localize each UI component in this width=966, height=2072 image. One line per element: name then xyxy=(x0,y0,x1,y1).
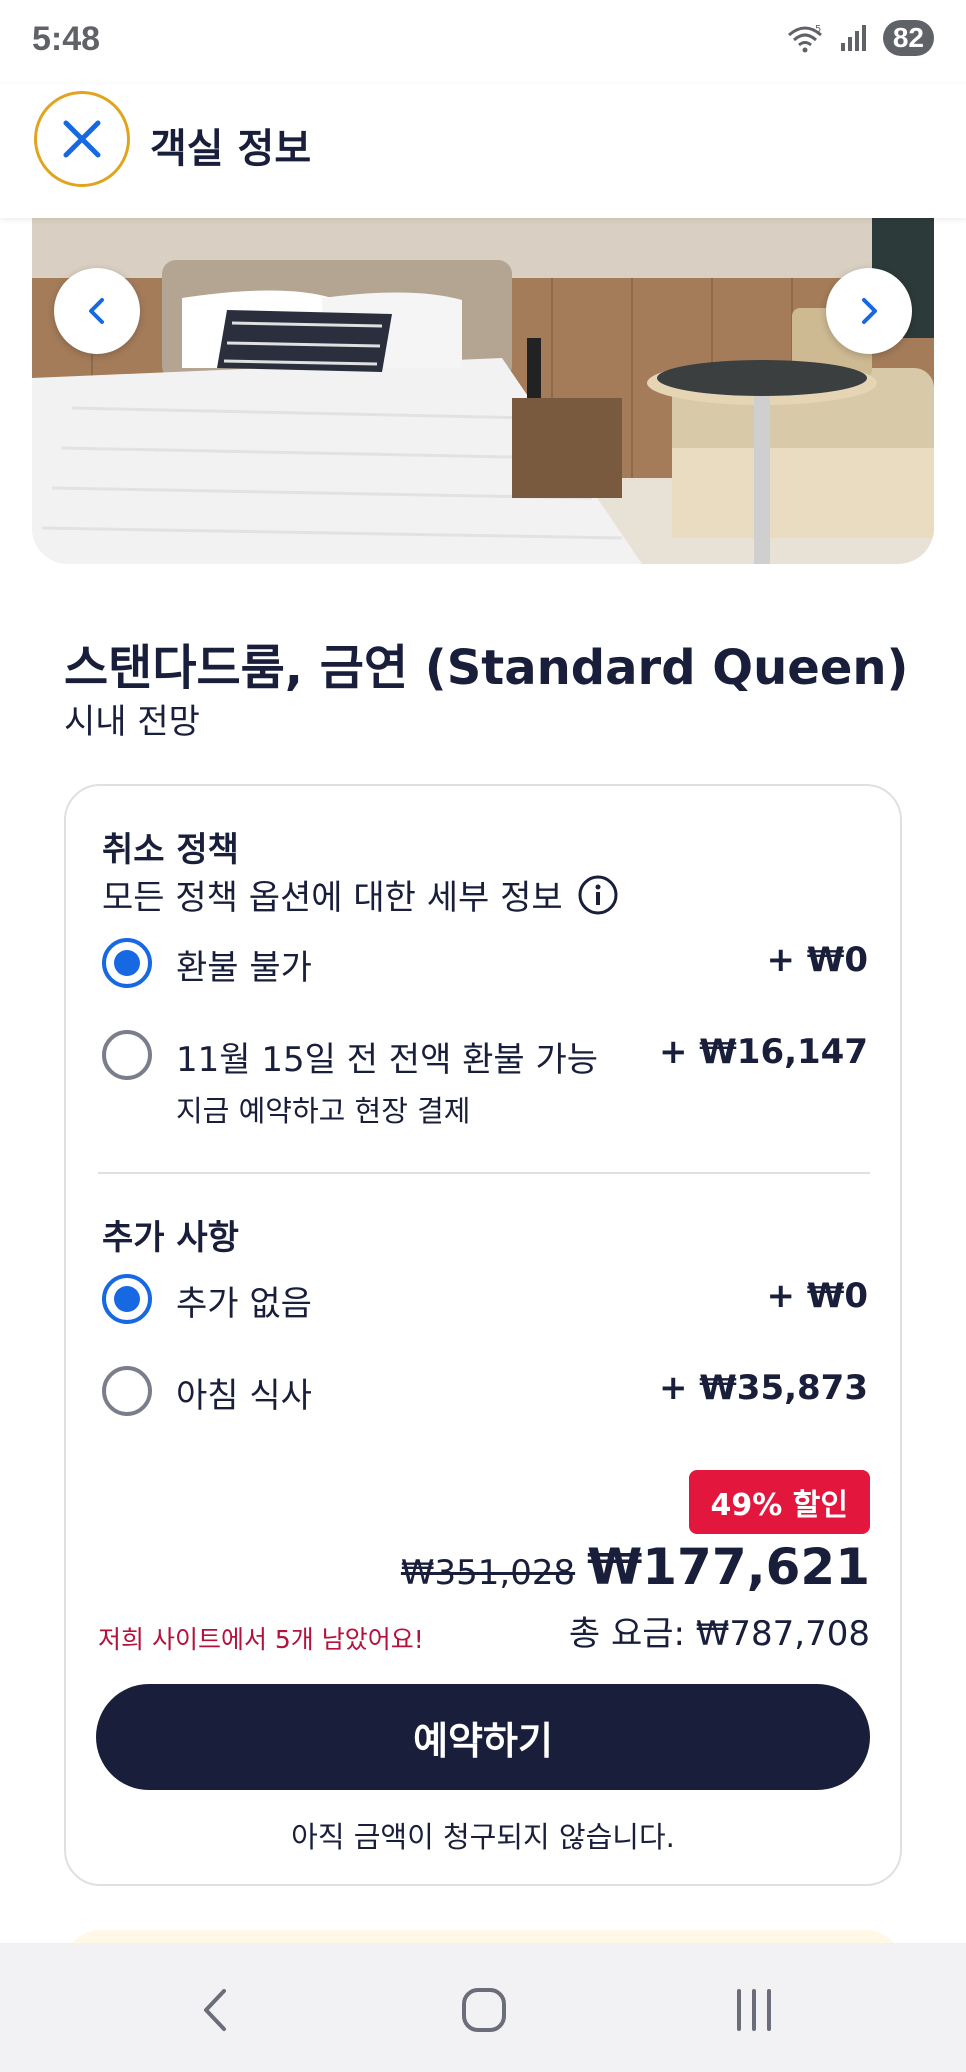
reserve-button[interactable]: 예약하기 xyxy=(96,1684,870,1790)
info-icon xyxy=(578,875,618,914)
option-sublabel: 지금 예약하고 현장 결제 xyxy=(176,1094,471,1128)
option-price: + ₩35,873 xyxy=(658,1368,868,1408)
status-time: 5:48 xyxy=(32,20,101,58)
rate-options-card: 취소 정책 모든 정책 옵션에 대한 세부 정보 환불 불가 + ₩0 11월 … xyxy=(64,784,902,1886)
home-button[interactable] xyxy=(454,1983,514,2037)
scarcity-message: 저희 사이트에서 5개 남았어요! xyxy=(98,1625,424,1654)
status-icons: 5 82 xyxy=(785,20,934,56)
signal-icon xyxy=(840,25,866,51)
battery-indicator: 82 xyxy=(882,20,934,56)
no-charge-note: 아직 금액이 청구되지 않습니다. xyxy=(291,1820,675,1854)
recent-apps-button[interactable] xyxy=(724,1983,784,2037)
room-photo[interactable] xyxy=(32,218,934,564)
policy-details-link[interactable]: 모든 정책 옵션에 대한 세부 정보 xyxy=(102,870,619,919)
option-label: 아침 식사 xyxy=(176,1376,312,1416)
top-bar: 객실 정보 xyxy=(0,84,966,218)
option-price: + ₩0 xyxy=(766,940,869,980)
back-icon xyxy=(204,1989,226,2031)
home-icon xyxy=(462,1988,506,2032)
recent-apps-icon xyxy=(737,1989,771,2031)
close-button[interactable] xyxy=(34,91,130,187)
chevron-right-icon xyxy=(862,298,877,324)
discount-badge: 49% 할인 xyxy=(688,1470,870,1534)
status-bar: 5:48 5 82 xyxy=(0,0,966,84)
option-label: 추가 없음 xyxy=(176,1284,312,1324)
close-icon xyxy=(63,120,101,158)
next-photo-button[interactable] xyxy=(826,268,912,354)
system-nav-bar xyxy=(0,1943,966,2072)
original-price: ₩351,028 xyxy=(400,1553,576,1593)
option-price: + ₩16,147 xyxy=(658,1032,868,1072)
option-label: 환불 불가 xyxy=(176,948,312,988)
cancellation-policy-title: 취소 정책 xyxy=(102,830,239,870)
radio-unselected[interactable] xyxy=(102,1030,152,1080)
option-label: 11월 15일 전 전액 환불 가능 xyxy=(176,1040,599,1080)
page-title: 객실 정보 xyxy=(150,126,312,172)
radio-selected[interactable] xyxy=(102,938,152,988)
back-button[interactable] xyxy=(186,1983,246,2037)
radio-selected[interactable] xyxy=(102,1274,152,1324)
extras-option-breakfast[interactable]: 아침 식사 + ₩35,873 xyxy=(102,1366,868,1422)
divider xyxy=(98,1172,870,1174)
cancellation-option-refundable[interactable]: 11월 15일 전 전액 환불 가능 지금 예약하고 현장 결제 + ₩16,1… xyxy=(102,1030,868,1140)
radio-unselected[interactable] xyxy=(102,1366,152,1416)
room-title: 스탠다드룸, 금연 (Standard Queen) xyxy=(64,640,909,696)
option-price: + ₩0 xyxy=(766,1276,869,1316)
cancellation-option-nonrefundable[interactable]: 환불 불가 + ₩0 xyxy=(102,938,868,994)
previous-photo-button[interactable] xyxy=(54,268,140,354)
room-photo-image xyxy=(32,218,934,564)
extras-title: 추가 사항 xyxy=(102,1218,239,1258)
policy-details-label: 모든 정책 옵션에 대한 세부 정보 xyxy=(102,878,563,918)
wifi-icon: 5 xyxy=(787,24,822,53)
price-row: ₩351,028 ₩177,621 xyxy=(401,1538,870,1596)
wifi-badge: 5 xyxy=(815,24,821,35)
chevron-left-icon xyxy=(89,298,104,324)
current-price: ₩177,621 xyxy=(587,1538,870,1596)
room-view: 시내 전망 xyxy=(64,702,200,742)
total-price: 총 요금: ₩787,708 xyxy=(568,1614,870,1654)
extras-option-none[interactable]: 추가 없음 + ₩0 xyxy=(102,1274,868,1330)
